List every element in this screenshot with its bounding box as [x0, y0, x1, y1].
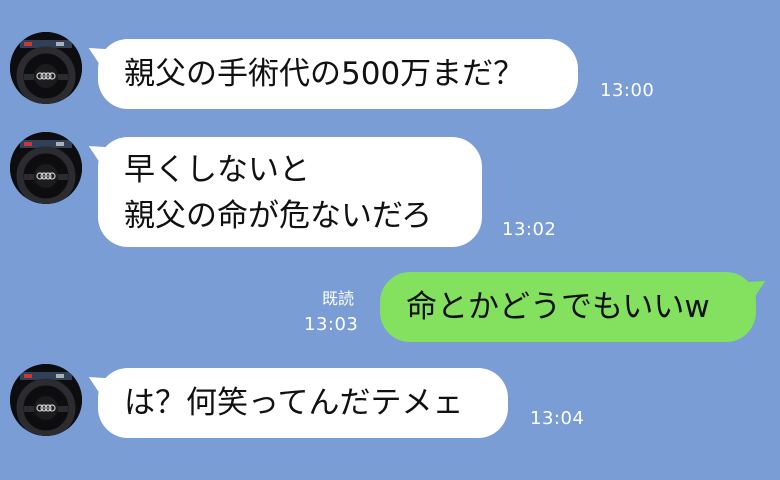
read-receipt: 既読	[322, 289, 355, 308]
message-text-line: 親父の命が危ないだろ	[124, 198, 433, 234]
message-text-line: 早くしないと	[124, 152, 310, 188]
message-timestamp: 13:04	[530, 408, 585, 429]
chat-area: 親父の手術代の500万まだ？ 13:00 早くしないと 親父の命が危ないだろ 1…	[0, 0, 780, 480]
steering-wheel-icon	[10, 132, 82, 204]
message-text: 命とかどうでもいいw	[406, 289, 710, 325]
message-bubble[interactable]: 命とかどうでもいいw	[380, 272, 756, 342]
avatar[interactable]	[10, 32, 82, 104]
avatar[interactable]	[10, 132, 82, 204]
message-bubble[interactable]: 親父の手術代の500万まだ？	[98, 39, 578, 109]
message-timestamp: 13:00	[600, 80, 655, 101]
message-timestamp: 13:03	[304, 314, 359, 335]
avatar[interactable]	[10, 364, 82, 436]
message-bubble[interactable]: は？何笑ってんだテメェ	[98, 368, 508, 438]
message-bubble[interactable]: 早くしないと 親父の命が危ないだろ	[98, 137, 482, 247]
message-text: 親父の手術代の500万まだ？	[124, 56, 525, 92]
message-text: は？何笑ってんだテメェ	[124, 385, 464, 421]
steering-wheel-icon	[10, 364, 82, 436]
steering-wheel-icon	[10, 32, 82, 104]
message-timestamp: 13:02	[502, 219, 557, 240]
